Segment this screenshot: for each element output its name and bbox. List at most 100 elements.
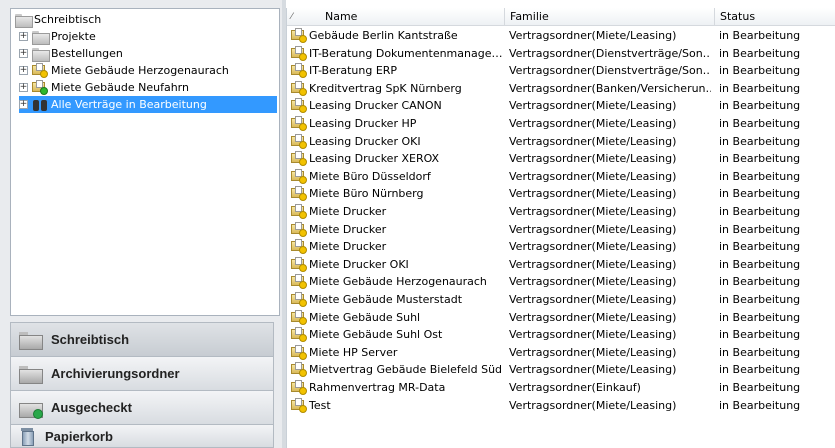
column-header-status[interactable]: Status bbox=[715, 8, 835, 26]
tree-item-label: Miete Gebäude Neufahrn bbox=[51, 81, 189, 94]
row-status: in Bearbeitung bbox=[719, 275, 801, 289]
expand-icon[interactable]: + bbox=[19, 49, 28, 58]
column-header-family[interactable]: Familie bbox=[505, 8, 715, 26]
table-row[interactable]: Miete HP Server Vertragsordner(Miete/Leas… bbox=[287, 344, 835, 361]
row-status: in Bearbeitung bbox=[719, 345, 801, 359]
table-row[interactable]: Leasing Drucker CANON Vertragsordner(Miet… bbox=[287, 97, 835, 114]
contract-folder-icon bbox=[291, 274, 307, 290]
contract-folder-icon bbox=[291, 309, 307, 325]
table-row[interactable]: IT-Beratung Dokumentenmanage… Vertragsord… bbox=[287, 45, 835, 62]
contract-folder-icon bbox=[291, 239, 307, 255]
table-row[interactable]: Miete Büro Düsseldorf Vertragsordner(Miet… bbox=[287, 168, 835, 185]
contract-folder-icon bbox=[291, 63, 307, 79]
tree-item-label: Alle Verträge in Bearbeitung bbox=[51, 98, 207, 111]
expand-icon[interactable]: + bbox=[19, 32, 28, 41]
table-row[interactable]: Miete Gebäude Suhl Ost Vertragsordner(Mie… bbox=[287, 326, 835, 343]
tree-item-label: Bestellungen bbox=[51, 47, 123, 60]
row-family: Vertragsordner(Miete/Leasing) bbox=[509, 134, 677, 148]
row-status: in Bearbeitung bbox=[719, 293, 801, 306]
row-name: Miete HP Server bbox=[309, 345, 398, 359]
tree-item-label: Schreibtisch bbox=[34, 13, 102, 26]
table-row[interactable]: Miete Gebäude Musterstadt Vertragsordner(… bbox=[287, 291, 835, 308]
row-name-cell: Leasing Drucker CANON bbox=[291, 97, 505, 114]
row-status: in Bearbeitung bbox=[719, 187, 801, 201]
expand-icon[interactable]: + bbox=[19, 83, 28, 92]
table-row[interactable]: Kreditvertrag SpK Nürnberg Vertragsordner… bbox=[287, 80, 835, 97]
contract-folder-icon bbox=[291, 327, 307, 343]
contract-folder-icon bbox=[291, 397, 307, 413]
table-row[interactable]: IT-Beratung ERP Vertragsordner(Dienstvert… bbox=[287, 62, 835, 79]
tree-item-alle-vertraege[interactable]: + Alle Verträge in Bearbeitung bbox=[19, 96, 277, 113]
row-status: in Bearbeitung bbox=[719, 363, 801, 377]
row-status: in Bearbeitung bbox=[719, 152, 801, 166]
row-name-cell: IT-Beratung ERP bbox=[291, 62, 505, 79]
contract-folder-icon bbox=[291, 151, 307, 167]
nav-schreibtisch[interactable]: Schreibtisch bbox=[10, 322, 274, 357]
row-status: in Bearbeitung bbox=[719, 205, 801, 218]
table-row[interactable]: Leasing Drucker XEROX Vertragsordner(Miet… bbox=[287, 150, 835, 167]
table-row[interactable]: Miete Drucker Vertragsordner(Miete/Leasin… bbox=[287, 221, 835, 238]
row-status: in Bearbeitung bbox=[719, 29, 801, 42]
row-status: in Bearbeitung bbox=[719, 310, 801, 324]
row-name-cell: Test bbox=[291, 397, 505, 414]
row-name-cell: Miete Gebäude Suhl Ost bbox=[291, 326, 505, 343]
row-family: Vertragsordner(Dienstverträge/Son… bbox=[509, 46, 711, 60]
tree-item-schreibtisch[interactable]: Schreibtisch bbox=[15, 11, 101, 28]
table-row[interactable]: Miete Büro Nürnberg Vertragsordner(Miete/… bbox=[287, 185, 835, 202]
folder-tree[interactable]: Schreibtisch + Projekte + Bestellungen +… bbox=[10, 8, 280, 316]
row-family: Vertragsordner(Miete/Leasing) bbox=[509, 293, 677, 306]
row-name-cell: Gebäude Berlin Kantstraße bbox=[291, 27, 505, 44]
nav-papierkorb[interactable]: Papierkorb bbox=[10, 424, 274, 448]
expand-icon[interactable]: + bbox=[19, 100, 28, 109]
row-family: Vertragsordner(Miete/Leasing) bbox=[509, 257, 677, 271]
row-name: Leasing Drucker CANON bbox=[309, 99, 442, 113]
table-row[interactable]: Miete Drucker OKI Vertragsordner(Miete/Le… bbox=[287, 256, 835, 273]
column-header-name[interactable]: ⁄ Name bbox=[287, 8, 505, 26]
row-name: Miete Gebäude Musterstadt bbox=[309, 293, 463, 306]
table-row[interactable]: Leasing Drucker OKI Vertragsordner(Miete/… bbox=[287, 133, 835, 150]
contract-folder-icon bbox=[291, 45, 307, 61]
row-name: Gebäude Berlin Kantstraße bbox=[309, 29, 458, 42]
row-name: IT-Beratung ERP bbox=[309, 64, 398, 78]
table-row[interactable]: Miete Drucker Vertragsordner(Miete/Leasin… bbox=[287, 238, 835, 255]
row-name: Miete Büro Nürnberg bbox=[309, 187, 424, 201]
row-name: Miete Drucker bbox=[309, 205, 387, 218]
nav-archivierungsordner[interactable]: Archivierungsordner bbox=[10, 356, 274, 391]
row-name-cell: Miete Büro Düsseldorf bbox=[291, 168, 505, 185]
row-name-cell: Leasing Drucker HP bbox=[291, 115, 505, 132]
row-name-cell: Miete Drucker bbox=[291, 221, 505, 238]
row-family: Vertragsordner(Miete/Leasing) bbox=[509, 169, 677, 183]
table-row[interactable]: Gebäude Berlin Kantstraße Vertragsordner(… bbox=[287, 27, 835, 44]
table-row[interactable]: Test Vertragsordner(Miete/Leasing) in Bear… bbox=[287, 397, 835, 414]
row-family: Vertragsordner(Miete/Leasing) bbox=[509, 328, 677, 342]
table-row[interactable]: Miete Drucker Vertragsordner(Miete/Leasin… bbox=[287, 203, 835, 220]
contract-folder-icon bbox=[291, 116, 307, 131]
expand-icon[interactable]: + bbox=[19, 66, 28, 75]
row-name-cell: Miete Drucker bbox=[291, 203, 505, 220]
tree-item-miete-neufahrn[interactable]: + Miete Gebäude Neufahrn bbox=[19, 79, 189, 96]
row-family: Vertragsordner(Miete/Leasing) bbox=[509, 398, 677, 412]
row-status: in Bearbeitung bbox=[719, 81, 801, 95]
table-row[interactable]: Mietvertrag Gebäude Bielefeld Süd Vertrag… bbox=[287, 361, 835, 378]
nav-ausgecheckt[interactable]: Ausgecheckt bbox=[10, 390, 274, 425]
document-list[interactable]: ⁄ Name Familie Status Gebäude Berlin Kan… bbox=[286, 8, 835, 448]
contract-folder-icon bbox=[291, 204, 307, 219]
nav-label: Papierkorb bbox=[45, 428, 113, 444]
row-name: Test bbox=[309, 398, 331, 412]
tree-item-bestellungen[interactable]: + Bestellungen bbox=[19, 45, 123, 62]
row-name-cell: Leasing Drucker XEROX bbox=[291, 150, 505, 167]
row-family: Vertragsordner(Miete/Leasing) bbox=[509, 117, 677, 130]
table-row[interactable]: Leasing Drucker HP Vertragsordner(Miete/L… bbox=[287, 115, 835, 132]
row-family: Vertragsordner(Miete/Leasing) bbox=[509, 222, 677, 236]
row-name: Mietvertrag Gebäude Bielefeld Süd bbox=[309, 363, 503, 377]
table-row[interactable]: Miete Gebäude Herzogenaurach Vertragsordn… bbox=[287, 273, 835, 290]
table-row[interactable]: Miete Gebäude Suhl Vertragsordner(Miete/L… bbox=[287, 309, 835, 326]
row-name: Leasing Drucker OKI bbox=[309, 134, 421, 148]
table-row[interactable]: Rahmenvertrag MR-Data Vertragsordner(Eink… bbox=[287, 379, 835, 396]
tree-item-projekte[interactable]: + Projekte bbox=[19, 28, 96, 45]
row-name: Miete Gebäude Herzogenaurach bbox=[309, 275, 487, 289]
tree-item-miete-herzogenaurach[interactable]: + Miete Gebäude Herzogenaurach bbox=[19, 62, 229, 79]
row-name: Miete Drucker bbox=[309, 222, 387, 236]
row-family: Vertragsordner(Miete/Leasing) bbox=[509, 29, 677, 42]
tree-item-label: Miete Gebäude Herzogenaurach bbox=[51, 64, 229, 77]
